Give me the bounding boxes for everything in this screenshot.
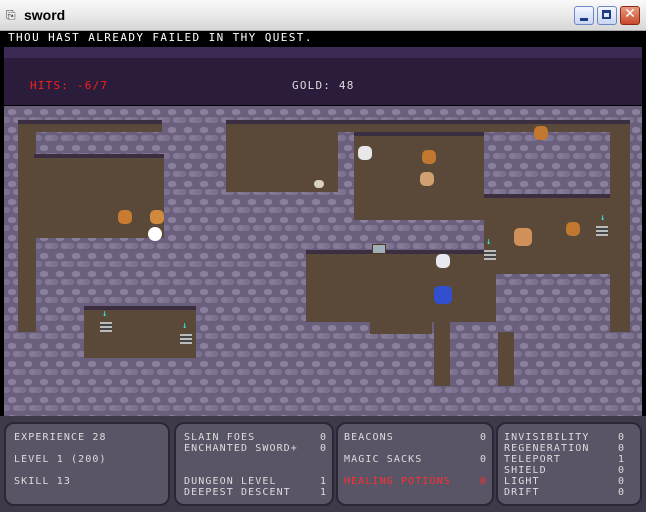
- teleport-label: TELEPORT: [504, 454, 561, 465]
- slain-foes-label: SLAIN FOES: [184, 432, 256, 443]
- monster-sprite[interactable]: [358, 146, 372, 160]
- monster-sprite[interactable]: [420, 172, 434, 186]
- dungeon-room: [610, 132, 630, 332]
- stairs-down[interactable]: [180, 334, 192, 344]
- deepest-descent-value: 1: [319, 487, 326, 498]
- dungeon-room: [226, 120, 630, 132]
- beacons-value: 0: [479, 432, 486, 443]
- dungeon-room: [354, 132, 484, 220]
- regeneration-value: 0: [617, 443, 624, 454]
- maximize-button[interactable]: [597, 6, 617, 25]
- dungeon-room: [18, 120, 162, 132]
- slain-foes-value: 0: [319, 432, 326, 443]
- scroll-icon: ⎘: [6, 8, 16, 22]
- invisibility-label: INVISIBILITY: [504, 432, 590, 443]
- close-icon: ✕: [624, 6, 636, 22]
- healing-potions-value: 0: [479, 476, 486, 487]
- dungeon-level-value: 1: [319, 476, 326, 487]
- dungeon-room: [34, 154, 164, 238]
- dungeon-room: [84, 306, 196, 358]
- enchanted-sword-value: 0: [319, 443, 326, 454]
- drift-value: 0: [617, 487, 624, 498]
- dungeon-room: [484, 194, 614, 274]
- beacons-label: BEACONS: [344, 432, 394, 443]
- dungeon-room: [434, 322, 450, 386]
- skill-stat: SKILL 13: [14, 476, 71, 487]
- drift-label: DRIFT: [504, 487, 540, 498]
- game-window: ⎘ sword ✕ THOU HAST ALREADY FAILED IN TH…: [0, 0, 646, 512]
- experience-stat: EXPERIENCE 28: [14, 432, 107, 443]
- window-title: sword: [24, 7, 66, 23]
- teleport-value: 1: [617, 454, 624, 465]
- level-stat: LEVEL 1 (200): [14, 454, 107, 465]
- stairs-down[interactable]: [484, 250, 496, 260]
- minimize-button[interactable]: [574, 6, 594, 25]
- enchanted-sword-label: ENCHANTED SWORD+: [184, 443, 298, 454]
- treasure-chest[interactable]: [372, 244, 386, 254]
- close-button[interactable]: ✕: [620, 6, 640, 25]
- deepest-descent-label: DEEPEST DESCENT: [184, 487, 291, 498]
- healing-potions-label: HEALING POTIONS: [344, 476, 451, 487]
- light-value: 0: [617, 476, 624, 487]
- down-arrow-icon: ↓: [486, 237, 492, 247]
- monster-sprite[interactable]: [514, 228, 532, 246]
- down-arrow-icon: ↓: [600, 213, 606, 223]
- stairs-down[interactable]: [596, 226, 608, 236]
- monster-sprite[interactable]: [118, 210, 132, 224]
- stats-panel: EXPERIENCE 28 LEVEL 1 (200) SKILL 13 SLA…: [0, 416, 646, 512]
- monster-sprite[interactable]: [422, 150, 436, 164]
- cursor-sprite: [148, 227, 162, 241]
- dungeon-room: [498, 332, 514, 386]
- down-arrow-icon: ↓: [102, 309, 108, 319]
- message-line: THOU HAST ALREADY FAILED IN THY QUEST.: [8, 31, 313, 44]
- dungeon-room: [370, 316, 432, 334]
- minimize-icon: [580, 18, 588, 21]
- monster-sprite[interactable]: [314, 180, 324, 188]
- hits-readout: HITS: -6/7: [30, 79, 109, 92]
- status-bar: [4, 47, 642, 105]
- stairs-down[interactable]: [100, 322, 112, 332]
- monster-sprite[interactable]: [150, 210, 164, 224]
- down-arrow-icon: ↓: [182, 321, 188, 331]
- monster-sprite[interactable]: [534, 126, 548, 140]
- shield-label: SHIELD: [504, 465, 547, 476]
- monster-sprite[interactable]: [434, 286, 452, 304]
- dungeon-level-label: DUNGEON LEVEL: [184, 476, 277, 487]
- monster-sprite[interactable]: [566, 222, 580, 236]
- dungeon-room: [306, 250, 496, 322]
- invisibility-value: 0: [617, 432, 624, 443]
- maximize-icon: [602, 10, 611, 19]
- magic-sacks-label: MAGIC SACKS: [344, 454, 423, 465]
- light-label: LIGHT: [504, 476, 540, 487]
- title-bar[interactable]: ⎘ sword ✕: [0, 0, 646, 31]
- player-sprite[interactable]: [436, 254, 450, 268]
- magic-sacks-value: 0: [479, 454, 486, 465]
- gold-readout: GOLD: 48: [292, 79, 355, 92]
- regeneration-label: REGENERATION: [504, 443, 590, 454]
- dungeon-map[interactable]: ↓ ↓ ↓ ↓: [4, 106, 642, 416]
- shield-value: 0: [617, 465, 624, 476]
